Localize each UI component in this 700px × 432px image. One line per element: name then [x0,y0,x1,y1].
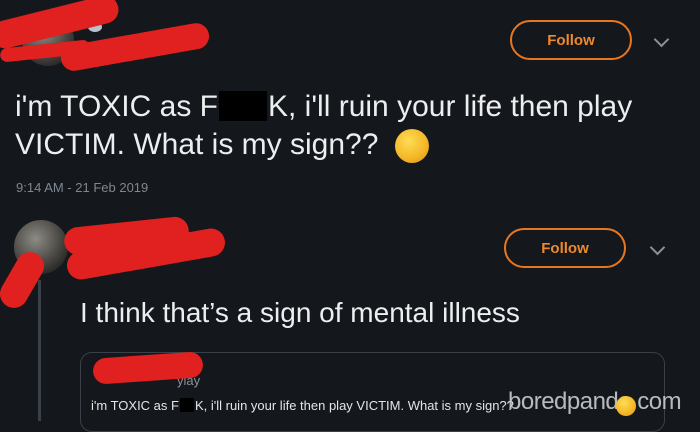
tweet-text: i'm TOXIC as F K, i'll ruin your life the… [15,88,632,125]
tweet-text-part: i'm TOXIC as F [15,90,218,123]
chevron-down-icon[interactable] [653,31,670,48]
quoted-text: i'm TOXIC as F K, i'll ruin your life the… [91,398,514,413]
follow-button[interactable]: Follow [510,20,632,60]
watermark: boredpanda.com [508,388,682,415]
chevron-down-icon[interactable] [649,239,666,256]
tweet-text-part: VICTIM. What is my sign?? [15,128,379,161]
tweet-text-part: K, i'll ruin your life then play [267,90,633,123]
quoted-text-part: K, i'll ruin your life then play VICTIM.… [194,398,514,413]
timestamp[interactable]: 9:14 AM - 21 Feb 2019 [16,180,148,195]
censor-block [218,91,267,121]
reply-text: I think that’s a sign of mental illness [80,297,520,328]
thinking-face-icon [394,129,429,164]
tweet-text-line2: VICTIM. What is my sign?? [15,126,429,164]
thinking-face-icon [616,396,636,416]
follow-button[interactable]: Follow [504,228,626,268]
quoted-text-part: i'm TOXIC as F [91,398,179,413]
thread-line [38,280,41,421]
censor-block [179,398,194,412]
